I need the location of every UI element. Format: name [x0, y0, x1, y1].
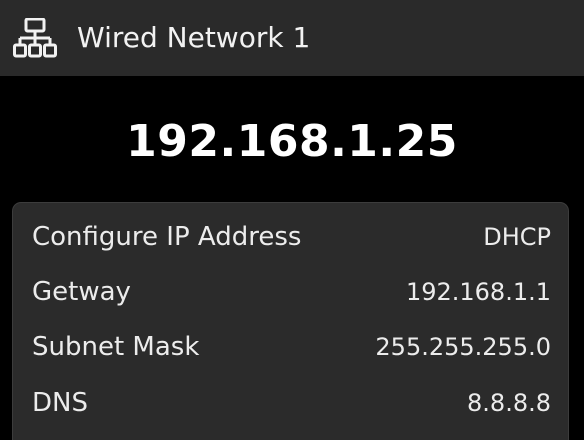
- detail-row-configure-ip[interactable]: Configure IP Address DHCP: [13, 210, 568, 264]
- network-icon: [13, 18, 57, 58]
- detail-value: DHCP: [483, 223, 551, 251]
- detail-value: 192.168.1.1: [405, 278, 551, 306]
- detail-value: 255.255.255.0: [375, 333, 551, 361]
- network-title: Wired Network 1: [77, 21, 311, 54]
- network-details-panel: Configure IP Address DHCP Getway 192.168…: [12, 202, 569, 440]
- detail-label: Configure IP Address: [32, 222, 302, 252]
- detail-row-gateway[interactable]: Getway 192.168.1.1: [13, 265, 568, 319]
- detail-label: Subnet Mask: [32, 332, 200, 362]
- title-bar: Wired Network 1: [0, 0, 584, 76]
- detail-label: Getway: [32, 277, 131, 307]
- detail-value: 8.8.8.8: [467, 389, 551, 417]
- detail-label: DNS: [32, 388, 88, 418]
- ip-address: 192.168.1.25: [126, 116, 458, 167]
- detail-row-subnet-mask[interactable]: Subnet Mask 255.255.255.0: [13, 320, 568, 374]
- detail-row-dns[interactable]: DNS 8.8.8.8: [13, 376, 568, 430]
